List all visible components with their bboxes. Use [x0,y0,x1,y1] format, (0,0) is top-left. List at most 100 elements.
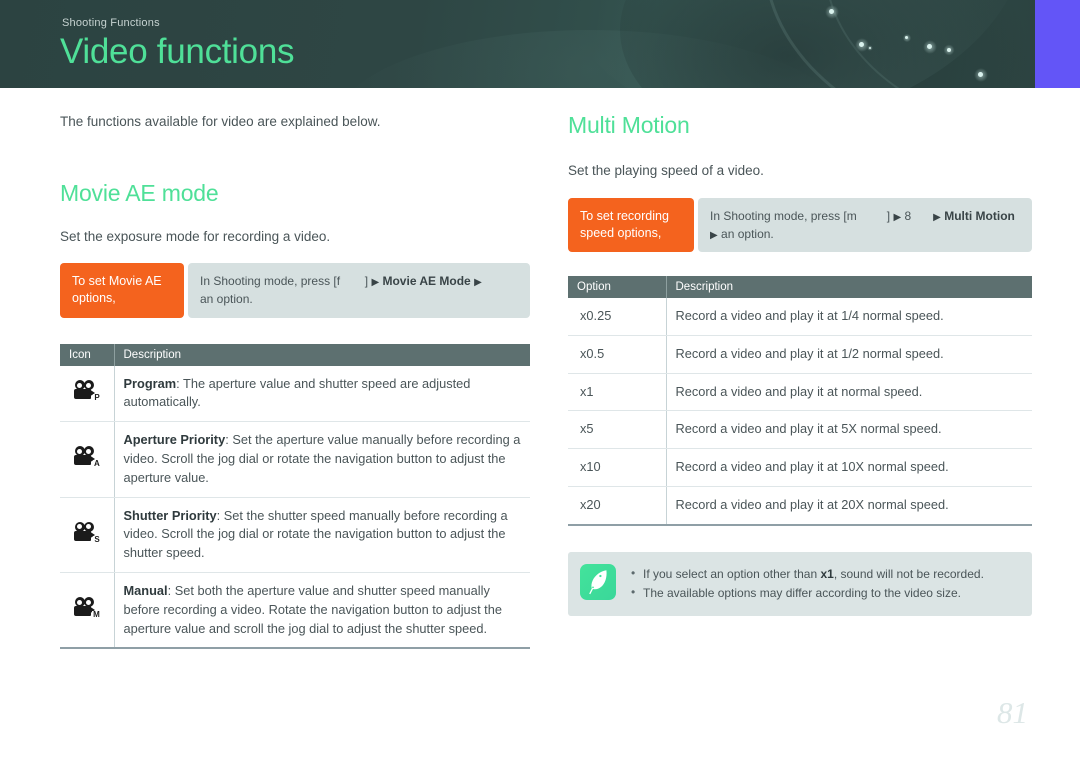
path-item-menu-number: 8 [904,208,912,223]
table-row: P Program: The aperture value and shutte… [60,365,530,423]
arrow-icon: ▶ [371,277,380,289]
movie-ae-nav-strip: To set Movie AE options, In Shooting mod… [60,263,530,318]
table-row: M Manual: Set both the aperture value an… [60,572,530,650]
table-row: S Shutter Priority: Set the shutter spee… [60,497,530,573]
banner-sparkle [947,48,951,52]
note-box: If you select an option other than x1, s… [568,551,1032,616]
cell-icon: P [60,365,115,423]
cell-description: Record a video and play it at 10X normal… [666,448,1032,488]
cell-icon: A [60,421,115,498]
banner-sparkle [869,47,871,49]
list-item: If you select an option other than x1, s… [630,564,984,584]
column-header-icon: Icon [60,343,114,366]
arrow-icon: ▶ [710,229,718,241]
multi-motion-nav-strip: To set recording speed options, In Shoot… [568,197,1032,253]
banner-sparkle [829,9,834,14]
path-item-multi-motion: Multi Motion [944,208,1015,223]
movie-ae-menu-path: In Shooting mode, press [f] ▶ Movie AE M… [188,263,530,318]
icon-letter: A [92,459,101,469]
section-subtitle-multi-motion: Set the playing speed of a video. [568,163,764,178]
term: Shutter Priority [123,507,217,523]
cell-option: x0.25 [568,298,667,336]
banner-sparkle [927,44,932,49]
cell-description: Record a video and play it at 1/2 normal… [666,335,1032,374]
table-row: x5 Record a video and play it at 5X norm… [568,410,1032,450]
icon-letter: S [93,534,101,544]
note-text-pre: The available options may differ accordi… [643,586,961,601]
cell-description: Record a video and play it at 1/4 normal… [666,298,1032,336]
icon-letter: P [93,393,101,403]
table-body: x0.25 Record a video and play it at 1/4 … [568,298,1032,526]
section-heading-multi-motion: Multi Motion [568,112,690,138]
cell-option: x5 [568,410,667,450]
table-body: P Program: The aperture value and shutte… [60,365,530,650]
table-head: Icon Description [60,343,530,366]
path-suffix: an option. [200,292,253,307]
button-glyph-menu: m [846,208,857,223]
cell-description: Record a video and play it at 20X normal… [666,486,1032,526]
movie-ae-tag-label: To set Movie AE options, [60,263,184,318]
intro-paragraph: The functions available for video are ex… [60,114,381,129]
path-bracket-close: ] [886,208,891,223]
cell-icon: S [60,497,115,573]
column-header-option: Option [568,276,666,299]
table-row: x0.5 Record a video and play it at 1/2 n… [568,335,1032,374]
cell-description: Record a video and play it at normal spe… [666,373,1032,412]
term: Program [123,375,177,391]
cell-icon: M [60,572,115,650]
note-list: If you select an option other than x1, s… [630,564,984,604]
path-bracket-close: ] [364,274,369,289]
column-header-description: Description [113,343,530,366]
term: Aperture Priority [123,432,226,448]
path-prefix: In Shooting mode, press [ [200,274,337,289]
banner-sparkle [905,36,908,39]
page-number: 81 [997,695,1028,730]
arrow-icon: ▶ [933,211,941,223]
page-banner: Shooting Functions Video functions [0,0,1080,88]
cell-description: Shutter Priority: Set the shutter speed … [114,497,530,573]
note-text-pre: If you select an option other than [643,566,821,581]
column-header-description: Description [665,276,1032,299]
cell-option: x1 [568,373,667,412]
camcorder-manual-icon: M [73,597,101,620]
table-header-row: Option Description [568,276,1032,299]
cell-description: Record a video and play it at 5X normal … [666,410,1032,450]
section-subtitle-movie-ae: Set the exposure mode for recording a vi… [60,228,331,244]
manual-page: Shooting Functions Video functions The f… [0,0,1080,765]
section-heading-movie-ae-mode: Movie AE mode [60,179,219,206]
camcorder-shutter-priority-icon: S [73,521,101,544]
arrow-icon: ▶ [893,211,902,223]
page-title: Video functions [60,32,295,71]
movie-ae-mode-table: Icon Description P Program: The aperture… [60,343,530,650]
quill-pen-note-icon [580,563,616,600]
cell-description: Manual: Set both the aperture value and … [114,572,530,650]
cell-description: Program: The aperture value and shutter … [114,365,530,423]
table-head: Option Description [568,276,1032,299]
table-row: A Aperture Priority: Set the aperture va… [60,421,530,498]
path-item-movie-ae-mode: Movie AE Mode [382,274,471,289]
camcorder-aperture-priority-icon: A [73,446,101,469]
banner-purple-block [1035,0,1080,88]
cell-option: x0.5 [568,335,667,374]
breadcrumb-eyebrow: Shooting Functions [62,17,160,29]
note-text-post: , sound will not be recorded. [833,566,984,581]
banner-sparkle [978,72,983,77]
path-suffix: an option. [721,226,774,241]
multi-motion-menu-path: In Shooting mode, press [m] ▶ 8 ▶ Multi M… [698,197,1032,253]
cell-description: Aperture Priority: Set the aperture valu… [114,421,530,498]
note-text-strong: x1 [820,566,834,581]
cell-option: x10 [568,448,667,488]
cell-option: x20 [568,486,667,526]
arrow-icon: ▶ [474,277,482,289]
list-item: The available options may differ accordi… [630,583,984,603]
right-column: Multi Motion Set the playing speed of a … [568,112,1032,616]
camcorder-program-icon: P [73,380,101,403]
left-column: The functions available for video are ex… [60,112,530,650]
table-header-row: Icon Description [60,343,530,366]
quill-glyph [589,570,607,595]
desc-text: : The aperture value and shutter speed a… [123,375,471,410]
desc-text: : Set both the aperture value and shutte… [123,582,502,636]
multi-motion-tag-label: To set recording speed options, [568,197,694,253]
table-row: x0.25 Record a video and play it at 1/4 … [568,298,1032,336]
table-row: x1 Record a video and play it at normal … [568,373,1032,412]
